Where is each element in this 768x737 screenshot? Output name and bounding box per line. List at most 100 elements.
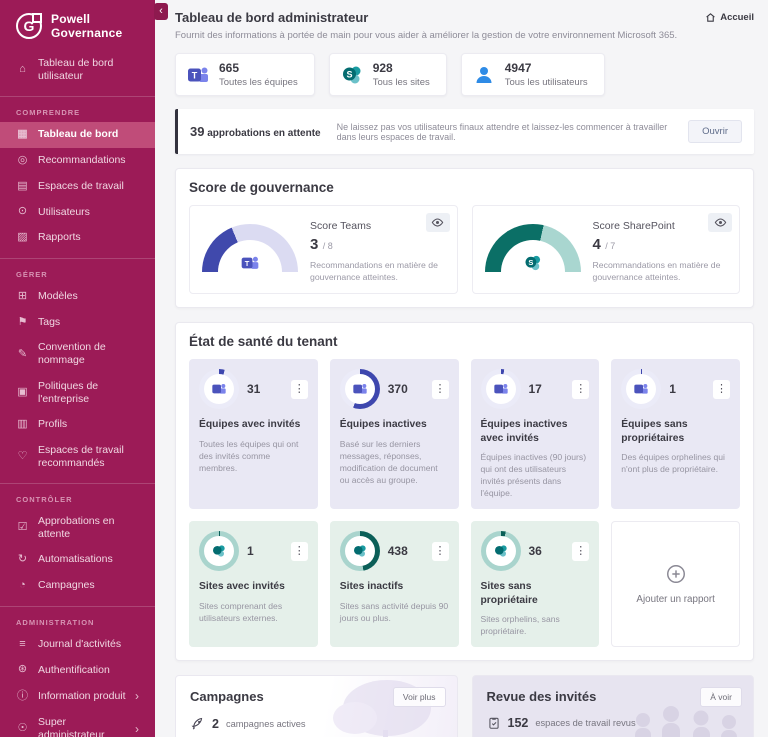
report-name: Équipes sans propriétaires bbox=[621, 419, 688, 444]
sidebar-item-profiles[interactable]: ▥ Profils bbox=[0, 412, 155, 438]
sidebar-item-pending-approvals[interactable]: ☑ Approbations en attente bbox=[0, 509, 155, 547]
card-menu-button[interactable]: ⋮ bbox=[431, 379, 449, 399]
sidebar-item-label: Automatisations bbox=[38, 553, 113, 566]
report-card-teams-with-guests[interactable]: 31 ⋮ Équipes avec invités Toutes les équ… bbox=[189, 359, 318, 510]
brand-logo: G Powell Governance bbox=[0, 0, 155, 51]
home-link[interactable]: Accueil bbox=[705, 12, 754, 23]
report-card-teams-without-owners[interactable]: 1 ⋮ Équipes sans propriétaires Des équip… bbox=[611, 359, 740, 510]
info-icon: ⓘ bbox=[17, 689, 28, 702]
teams-icon bbox=[634, 384, 648, 395]
score-value: 3 bbox=[310, 236, 319, 253]
sidebar-item-recommended-workspaces[interactable]: ♡ Espaces de travail recommandés bbox=[0, 438, 155, 476]
sidebar-item-templates[interactable]: ⊞ Modèles bbox=[0, 284, 155, 310]
stat-value: 928 bbox=[372, 61, 393, 75]
active-campaigns-count: 2 bbox=[212, 716, 219, 731]
stat-card-all-users[interactable]: 4947 Tous les utilisateurs bbox=[460, 53, 605, 96]
report-card-inactive-teams[interactable]: 370 ⋮ Équipes inactives Basé sur les der… bbox=[329, 359, 459, 510]
progress-ring bbox=[339, 531, 380, 572]
report-description: Équipes inactives (90 jours) qui ont des… bbox=[480, 452, 587, 499]
sidebar-item-label: Journal d'activités bbox=[38, 637, 122, 650]
card-menu-button[interactable]: ⋮ bbox=[713, 379, 730, 399]
sidebar-collapse-button[interactable]: ‹ bbox=[154, 3, 168, 20]
sidebar-item-product-info[interactable]: ⓘ Information produit › bbox=[0, 683, 155, 710]
score-teams-card: T Score Teams 3 / 8 Recommandations en m… bbox=[189, 205, 458, 295]
view-sharepoint-score-button[interactable] bbox=[708, 213, 732, 232]
sidebar-item-company-policies[interactable]: ▣ Politiques de l'entreprise bbox=[0, 374, 155, 412]
campaigns-see-more-button[interactable]: Voir plus bbox=[392, 687, 446, 708]
sidebar-item-label: Authentification bbox=[38, 663, 110, 676]
superadmin-icon: ☉ bbox=[17, 722, 28, 735]
report-value: 36 bbox=[528, 544, 542, 559]
stat-card-all-sites[interactable]: S 928 Tous les sites bbox=[328, 53, 447, 96]
card-menu-button[interactable]: ⋮ bbox=[290, 379, 308, 399]
sidebar-item-label: Rapports bbox=[38, 231, 81, 244]
approvals-icon: ☑ bbox=[17, 521, 28, 534]
teams-icon bbox=[212, 384, 226, 395]
sidebar-item-label: Convention de nommage bbox=[38, 341, 106, 367]
sidebar-item-workspaces[interactable]: ▤ Espaces de travail bbox=[0, 174, 155, 200]
sidebar-item-users[interactable]: ⊙ Utilisateurs bbox=[0, 199, 155, 225]
sidebar-item-tags[interactable]: ⚑ Tags bbox=[0, 310, 155, 336]
tenant-health-panel: État de santé du tenant 31 ⋮ Équipes ave… bbox=[175, 322, 754, 662]
add-report-card[interactable]: Ajouter un rapport bbox=[611, 521, 740, 648]
stat-value: 4947 bbox=[504, 61, 532, 75]
sidebar-item-authentication[interactable]: ⊛ Authentification bbox=[0, 657, 155, 683]
guest-review-card: Revue des invités À voir 152 espaces de … bbox=[471, 675, 754, 737]
card-menu-button[interactable]: ⋮ bbox=[290, 541, 308, 561]
card-menu-button[interactable]: ⋮ bbox=[572, 541, 590, 561]
sidebar-nav: ⌂ Tableau de bord utilisateur COMPRENDRE… bbox=[0, 51, 155, 737]
report-card-inactive-teams-with-guests[interactable]: 17 ⋮ Équipes inactives avec invités Équi… bbox=[470, 359, 600, 510]
progress-ring bbox=[480, 369, 521, 410]
sidebar-item-automations[interactable]: ↻ Automatisations bbox=[0, 547, 155, 573]
reviewed-workspaces-label: espaces de travail revus bbox=[535, 718, 636, 729]
brand-line1: Powell bbox=[51, 12, 91, 26]
view-teams-score-button[interactable] bbox=[425, 213, 450, 232]
sidebar-item-label: Recommandations bbox=[38, 154, 126, 167]
report-card-sites-with-guests[interactable]: 1 ⋮ Sites avec invités Sites comprenant … bbox=[189, 521, 318, 648]
approvals-banner: 39 approbations en attente Ne laissez pa… bbox=[175, 109, 754, 154]
sidebar-item-activity-log[interactable]: ≡ Journal d'activités bbox=[0, 632, 155, 658]
report-value: 370 bbox=[387, 382, 408, 397]
tag-icon: ⚑ bbox=[17, 315, 28, 328]
sidebar-item-user-dashboard[interactable]: ⌂ Tableau de bord utilisateur bbox=[0, 51, 155, 89]
clipboard-check-icon bbox=[488, 717, 499, 729]
user-icon bbox=[476, 66, 492, 83]
active-campaigns-label: campagnes actives bbox=[225, 718, 306, 729]
guest-review-button[interactable]: À voir bbox=[700, 687, 742, 708]
report-description: Sites comprenant des utilisateurs extern… bbox=[199, 600, 283, 623]
stat-label: Tous les utilisateurs bbox=[504, 77, 588, 88]
sidebar-item-reports[interactable]: ▨ Rapports bbox=[0, 225, 155, 251]
users-icon: ⊙ bbox=[17, 205, 28, 218]
sidebar-item-campaigns[interactable]: ◔ Campagnes bbox=[0, 573, 155, 599]
templates-icon: ⊞ bbox=[17, 289, 28, 302]
recommendations-icon: ◎ bbox=[17, 153, 28, 166]
powell-logo-icon: G bbox=[16, 13, 42, 40]
teams-cards-row: 31 ⋮ Équipes avec invités Toutes les équ… bbox=[189, 359, 740, 510]
chevron-right-icon: › bbox=[135, 721, 139, 736]
sidebar-item-label: Modèles bbox=[38, 290, 78, 303]
automations-icon: ↻ bbox=[17, 553, 28, 566]
report-card-sites-without-owner[interactable]: 36 ⋮ Sites sans propriétaire Sites orphe… bbox=[470, 521, 600, 648]
sidebar-item-recommendations[interactable]: ◎ Recommandations bbox=[0, 148, 155, 174]
progress-ring bbox=[339, 369, 380, 410]
report-card-inactive-sites[interactable]: 438 ⋮ Sites inactifs Sites sans activité… bbox=[329, 521, 459, 648]
reports-icon: ▨ bbox=[17, 231, 28, 244]
sidebar-item-naming-convention[interactable]: ✎ Convention de nommage bbox=[0, 335, 155, 373]
page-header: Tableau de bord administrateur Fournit d… bbox=[175, 10, 754, 41]
score-description: Recommandations en matière de gouvernanc… bbox=[592, 260, 721, 283]
page-subtitle: Fournit des informations à portée de mai… bbox=[175, 30, 678, 41]
heart-icon: ♡ bbox=[17, 449, 28, 462]
sidebar-item-dashboard[interactable]: ▦ Tableau de bord bbox=[0, 122, 155, 148]
sidebar-item-label: Espaces de travail bbox=[38, 179, 124, 192]
sidebar-item-super-admin[interactable]: ☉ Super administrateur › bbox=[0, 710, 155, 737]
card-menu-button[interactable]: ⋮ bbox=[572, 379, 590, 399]
reviewed-workspaces-count: 152 bbox=[507, 716, 529, 731]
card-menu-button[interactable]: ⋮ bbox=[431, 541, 449, 561]
sharepoint-icon bbox=[494, 545, 507, 557]
teams-icon: T bbox=[241, 256, 259, 269]
progress-ring bbox=[621, 369, 662, 410]
stat-card-all-teams[interactable]: T 665 Toutes les équipes bbox=[175, 53, 315, 96]
sidebar-item-label: Super administrateur bbox=[38, 716, 105, 737]
report-value: 17 bbox=[528, 382, 542, 397]
open-approvals-button[interactable]: Ouvrir bbox=[688, 120, 742, 143]
